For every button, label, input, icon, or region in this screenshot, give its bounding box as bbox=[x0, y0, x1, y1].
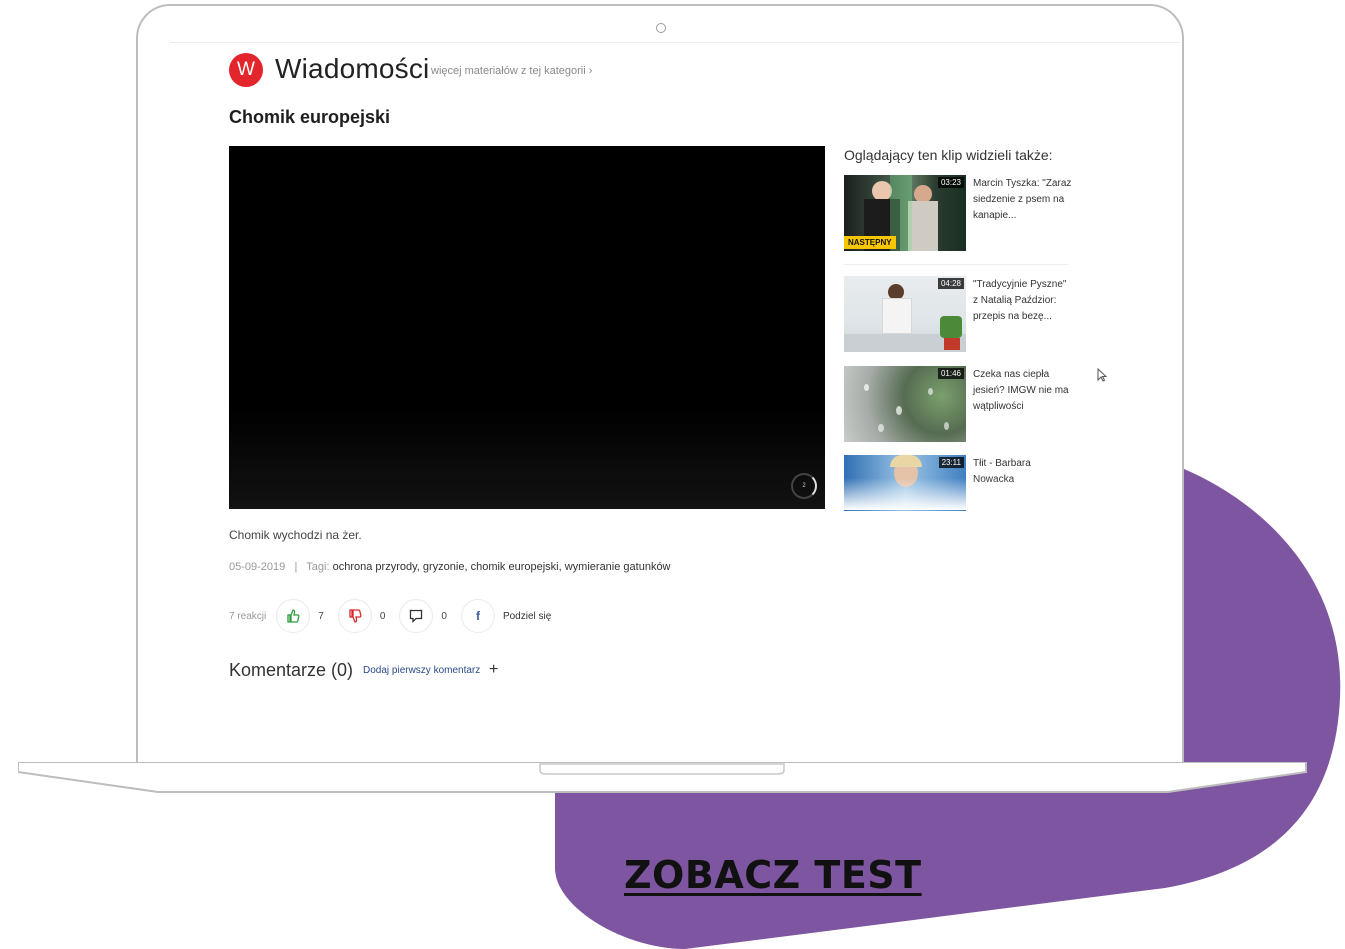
video-thumbnail[interactable]: 03:23 NASTĘPNY bbox=[844, 175, 966, 251]
facebook-icon: f bbox=[475, 609, 480, 623]
add-first-comment-link[interactable]: Dodaj pierwszy komentarz bbox=[363, 665, 480, 676]
video-player[interactable]: 2 bbox=[229, 146, 825, 509]
video-duration: 23:11 bbox=[938, 457, 964, 468]
page-title: Chomik europejski bbox=[229, 107, 391, 127]
tags-label: Tagi: bbox=[306, 561, 330, 573]
laptop-base bbox=[18, 762, 1307, 793]
camera-icon bbox=[656, 23, 666, 33]
browser-top-divider bbox=[170, 42, 1180, 43]
comment-button[interactable] bbox=[399, 599, 434, 633]
video-duration: 04:28 bbox=[937, 278, 964, 289]
list-fade-overlay bbox=[844, 478, 1068, 510]
related-video-title[interactable]: Marcin Tyszka: "Zaraz siedzenie z psem n… bbox=[973, 176, 1073, 224]
related-videos-heading: Oglądający ten klip widzieli także: bbox=[844, 147, 1053, 163]
related-video-title[interactable]: Czeka nas ciepła jesień? IMGW nie ma wąt… bbox=[973, 367, 1073, 415]
video-thumbnail[interactable]: 04:28 bbox=[844, 276, 966, 352]
reactions-count: 7 reakcji bbox=[229, 610, 267, 622]
video-duration: 01:46 bbox=[937, 368, 964, 379]
more-from-category-link[interactable]: więcej materiałów z tej kategorii › bbox=[431, 65, 592, 77]
section-title[interactable]: Wiadomości bbox=[275, 53, 429, 85]
video-thumbnail[interactable]: 01:46 bbox=[844, 366, 966, 442]
divider bbox=[844, 264, 1068, 265]
loading-spinner-icon: 2 bbox=[791, 473, 817, 499]
thumbs-down-icon bbox=[349, 609, 362, 623]
like-button[interactable] bbox=[276, 599, 311, 633]
article-meta: 05-09-2019 | Tagi: ochrona przyrody, gry… bbox=[229, 561, 671, 573]
video-description: Chomik wychodzi na żer. bbox=[229, 528, 362, 542]
mouse-cursor-icon bbox=[1097, 368, 1107, 382]
reactions-bar: 7 reakcji 7 0 0 f Podziel się bbox=[229, 598, 551, 634]
site-logo[interactable]: W bbox=[229, 53, 263, 87]
comments-heading: Komentarze (0) bbox=[229, 660, 354, 680]
comment-count: 0 bbox=[441, 610, 447, 622]
add-comment-plus-icon[interactable]: + bbox=[489, 661, 498, 679]
facebook-share-button[interactable]: f bbox=[460, 599, 495, 633]
comment-icon bbox=[410, 609, 423, 623]
related-video-title[interactable]: "Tradycyjnie Pyszne" z Natalią Paździor:… bbox=[973, 277, 1073, 325]
publish-date: 05-09-2019 bbox=[229, 561, 286, 573]
thumbs-up-icon bbox=[287, 609, 300, 623]
tags-list[interactable]: ochrona przyrody, gryzonie, chomik europ… bbox=[333, 561, 671, 573]
dislike-button[interactable] bbox=[337, 599, 372, 633]
meta-separator: | bbox=[294, 561, 298, 573]
dislike-count: 0 bbox=[379, 610, 386, 622]
share-label[interactable]: Podziel się bbox=[503, 611, 551, 622]
next-badge: NASTĘPNY bbox=[844, 236, 896, 249]
video-duration: 03:23 bbox=[937, 177, 964, 188]
see-test-link[interactable]: ZOBACZ TEST bbox=[624, 853, 922, 897]
like-count: 7 bbox=[318, 610, 324, 622]
